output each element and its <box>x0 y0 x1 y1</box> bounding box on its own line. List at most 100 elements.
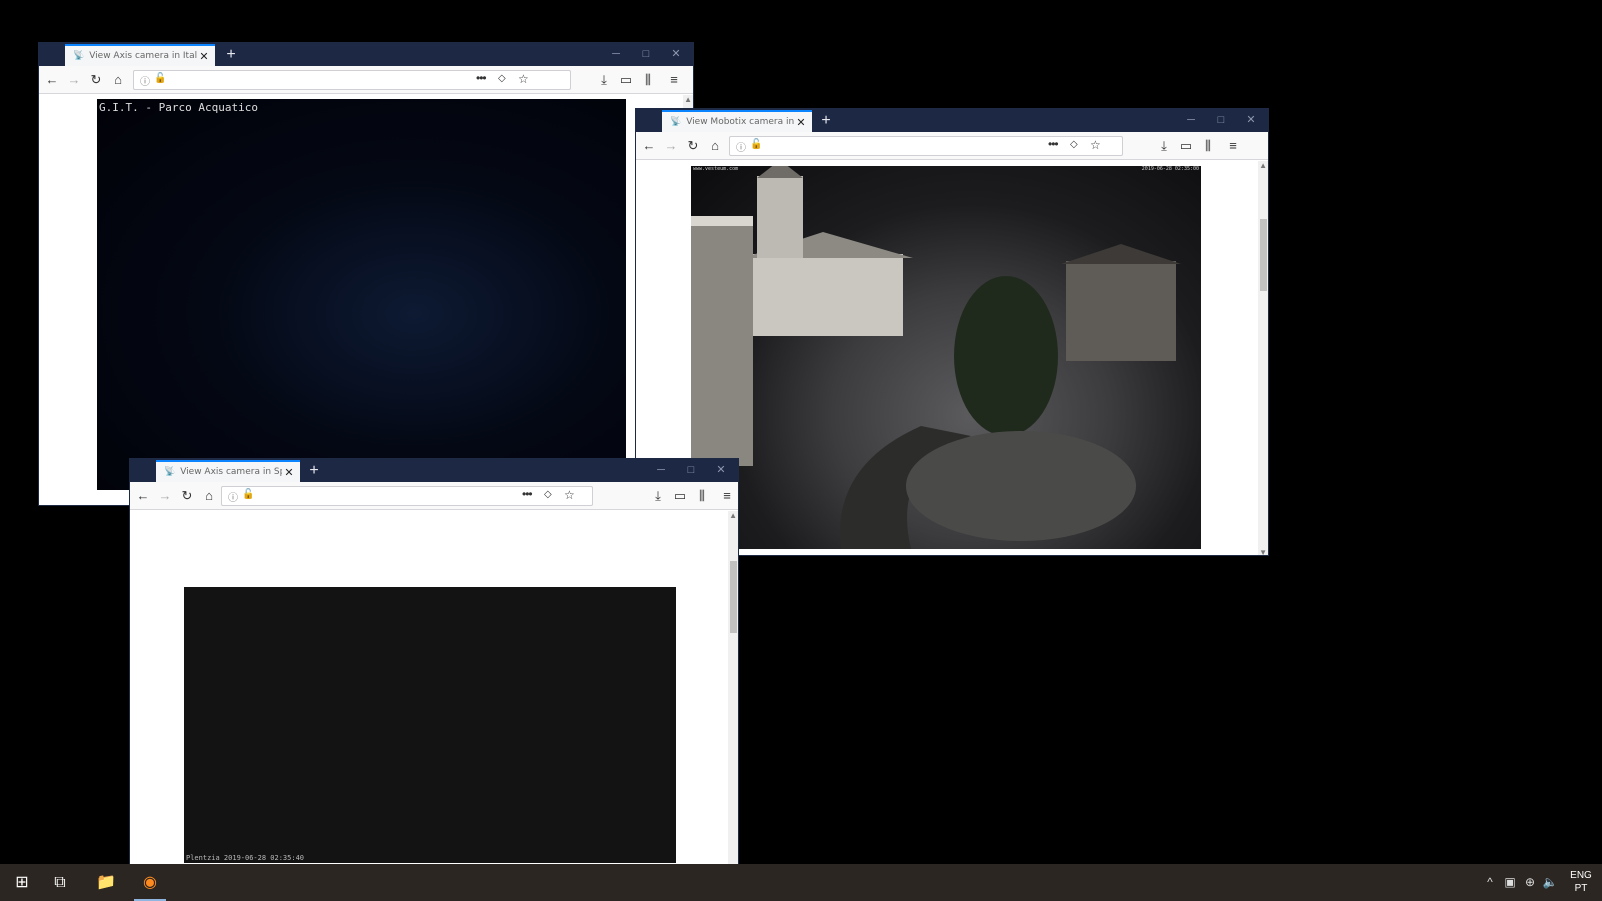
site-info-icon[interactable]: ⓘ <box>140 73 150 88</box>
navigation-toolbar: ← → ↻ ⌂ ⓘ 🔓 ••• ◇ ☆ ⤓ ▭ ⫼ ≡ <box>130 482 738 510</box>
navigation-toolbar: ← → ↻ ⌂ ⓘ 🔓 ••• ◇ ☆ ⤓ ▭ ⫼ ≡ <box>636 132 1268 160</box>
firefox-taskbar-button[interactable]: ◉ <box>128 864 172 901</box>
menu-button[interactable]: ≡ <box>717 486 737 506</box>
navigation-toolbar: ← → ↻ ⌂ ⓘ 🔓 ••• ◇ ☆ ⤓ ▭ ⫼ ≡ <box>39 66 693 94</box>
sidebar-button[interactable]: ▭ <box>670 486 690 506</box>
new-tab-button[interactable]: + <box>221 45 241 65</box>
network-icon[interactable]: ▣ <box>1500 864 1520 901</box>
home-button[interactable]: ⌂ <box>705 136 725 156</box>
bookmark-star-icon[interactable]: ☆ <box>518 72 529 86</box>
library-button[interactable]: ⫼ <box>1198 136 1218 156</box>
insecure-lock-icon[interactable]: 🔓 <box>154 73 166 84</box>
site-info-icon[interactable]: ⓘ <box>736 139 746 154</box>
camera-scene-graphic <box>691 166 1181 549</box>
vertical-scrollbar[interactable]: ▲ <box>728 511 738 867</box>
url-bar[interactable]: ⓘ 🔓 ••• ◇ ☆ <box>221 486 593 506</box>
volume-icon[interactable]: 🔈 <box>1540 864 1560 901</box>
library-button[interactable]: ⫼ <box>692 486 712 506</box>
page-actions-button[interactable]: ••• <box>476 71 487 85</box>
page-actions-button[interactable]: ••• <box>1048 137 1059 151</box>
reload-button[interactable]: ↻ <box>683 136 703 156</box>
scroll-up-arrow-icon[interactable]: ▲ <box>684 95 692 104</box>
scrollbar-thumb[interactable] <box>730 561 737 633</box>
tab-title: View Axis camera in Italy, Pado <box>89 51 197 61</box>
downloads-button[interactable]: ⤓ <box>1154 136 1174 156</box>
language-indicator[interactable]: ENG PT <box>1564 869 1598 895</box>
tab-title: View Axis camera in Spain, Da <box>180 467 282 477</box>
tab-italy-camera[interactable]: 📡 View Axis camera in Italy, Pado ✕ <box>65 44 215 66</box>
camera-favicon-icon: 📡 <box>670 117 682 127</box>
bookmark-star-icon[interactable]: ☆ <box>1090 138 1101 152</box>
browser-window-italy[interactable]: 📡 View Axis camera in Italy, Pado ✕ + ─ … <box>38 42 694 506</box>
back-button[interactable]: ← <box>42 70 62 90</box>
tab-close-icon[interactable]: ✕ <box>197 50 211 63</box>
camera-favicon-icon: 📡 <box>73 51 85 61</box>
scroll-down-arrow-icon[interactable]: ▼ <box>1259 548 1267 555</box>
close-window-button[interactable]: ✕ <box>1236 109 1266 132</box>
page-content: Plentzia 2019-06-28 02:35:40 ▲ <box>130 511 738 867</box>
page-actions-button[interactable]: ••• <box>522 487 533 501</box>
tab-austria-camera[interactable]: 📡 View Mobotix camera in Austri ✕ <box>662 110 812 132</box>
page-content: G.I.T. - Parco Acquatico ▲ <box>39 95 693 505</box>
new-tab-button[interactable]: + <box>304 461 324 481</box>
reload-button[interactable]: ↻ <box>86 70 106 90</box>
firefox-icon: ◉ <box>143 874 157 891</box>
home-button[interactable]: ⌂ <box>108 70 128 90</box>
forward-button[interactable]: → <box>661 136 681 156</box>
url-bar[interactable]: ⓘ 🔓 ••• ◇ ☆ <box>729 136 1123 156</box>
scroll-up-arrow-icon[interactable]: ▲ <box>1259 161 1267 170</box>
sidebar-button[interactable]: ▭ <box>616 70 636 90</box>
back-button[interactable]: ← <box>639 136 659 156</box>
menu-button[interactable]: ≡ <box>1223 136 1243 156</box>
camera-favicon-icon: 📡 <box>164 467 176 477</box>
keyboard-layout-code: PT <box>1574 883 1588 894</box>
show-hidden-icons-button[interactable]: ^ <box>1480 864 1500 901</box>
pocket-icon[interactable]: ◇ <box>1070 139 1078 150</box>
insecure-lock-icon[interactable]: 🔓 <box>750 139 762 150</box>
bookmark-star-icon[interactable]: ☆ <box>564 488 575 502</box>
title-bar[interactable]: 📡 View Axis camera in Spain, Da ✕ + ─ □ … <box>130 459 738 482</box>
camera-timestamp: Plentzia 2019-06-28 02:35:40 <box>186 854 305 862</box>
insecure-lock-icon[interactable]: 🔓 <box>242 489 254 500</box>
close-window-button[interactable]: ✕ <box>661 43 691 66</box>
close-window-button[interactable]: ✕ <box>706 459 736 482</box>
maximize-button[interactable]: □ <box>1206 109 1236 132</box>
scroll-up-arrow-icon[interactable]: ▲ <box>729 511 737 520</box>
forward-button[interactable]: → <box>64 70 84 90</box>
camera-feed-spain: Plentzia 2019-06-28 02:35:40 <box>184 587 676 863</box>
library-button[interactable]: ⫼ <box>638 70 658 90</box>
task-view-button[interactable]: ⧉ <box>38 864 82 901</box>
camera-feed-italy: G.I.T. - Parco Acquatico <box>97 99 626 490</box>
title-bar[interactable]: 📡 View Mobotix camera in Austri ✕ + ─ □ … <box>636 109 1268 132</box>
home-button[interactable]: ⌂ <box>199 486 219 506</box>
minimize-button[interactable]: ─ <box>601 43 631 66</box>
scrollbar-thumb[interactable] <box>1260 219 1267 291</box>
sidebar-button[interactable]: ▭ <box>1176 136 1196 156</box>
minimize-button[interactable]: ─ <box>1176 109 1206 132</box>
maximize-button[interactable]: □ <box>676 459 706 482</box>
back-button[interactable]: ← <box>133 486 153 506</box>
title-bar[interactable]: 📡 View Axis camera in Italy, Pado ✕ + ─ … <box>39 43 693 66</box>
minimize-button[interactable]: ─ <box>646 459 676 482</box>
downloads-button[interactable]: ⤓ <box>594 70 614 90</box>
tab-spain-camera[interactable]: 📡 View Axis camera in Spain, Da ✕ <box>156 460 300 482</box>
reload-button[interactable]: ↻ <box>177 486 197 506</box>
camera-caption: G.I.T. - Parco Acquatico <box>99 101 258 114</box>
vertical-scrollbar[interactable]: ▲ ▼ <box>1258 161 1268 555</box>
tab-close-icon[interactable]: ✕ <box>282 466 296 479</box>
pocket-icon[interactable]: ◇ <box>544 489 552 500</box>
taskbar: ⊞ ⧉ 📁 ◉ ^ ▣ ⊕ 🔈 ENG PT <box>0 864 1602 901</box>
file-explorer-button[interactable]: 📁 <box>84 864 128 901</box>
globe-icon[interactable]: ⊕ <box>1520 864 1540 901</box>
downloads-button[interactable]: ⤓ <box>648 486 668 506</box>
pocket-icon[interactable]: ◇ <box>498 73 506 84</box>
maximize-button[interactable]: □ <box>631 43 661 66</box>
forward-button[interactable]: → <box>155 486 175 506</box>
browser-window-spain[interactable]: 📡 View Axis camera in Spain, Da ✕ + ─ □ … <box>129 458 739 868</box>
new-tab-button[interactable]: + <box>816 111 836 131</box>
site-info-icon[interactable]: ⓘ <box>228 489 238 504</box>
desktop: 📡 View Axis camera in Italy, Pado ✕ + ─ … <box>0 0 1602 868</box>
menu-button[interactable]: ≡ <box>664 70 684 90</box>
url-bar[interactable]: ⓘ 🔓 ••• ◇ ☆ <box>133 70 571 90</box>
tab-close-icon[interactable]: ✕ <box>794 116 808 129</box>
